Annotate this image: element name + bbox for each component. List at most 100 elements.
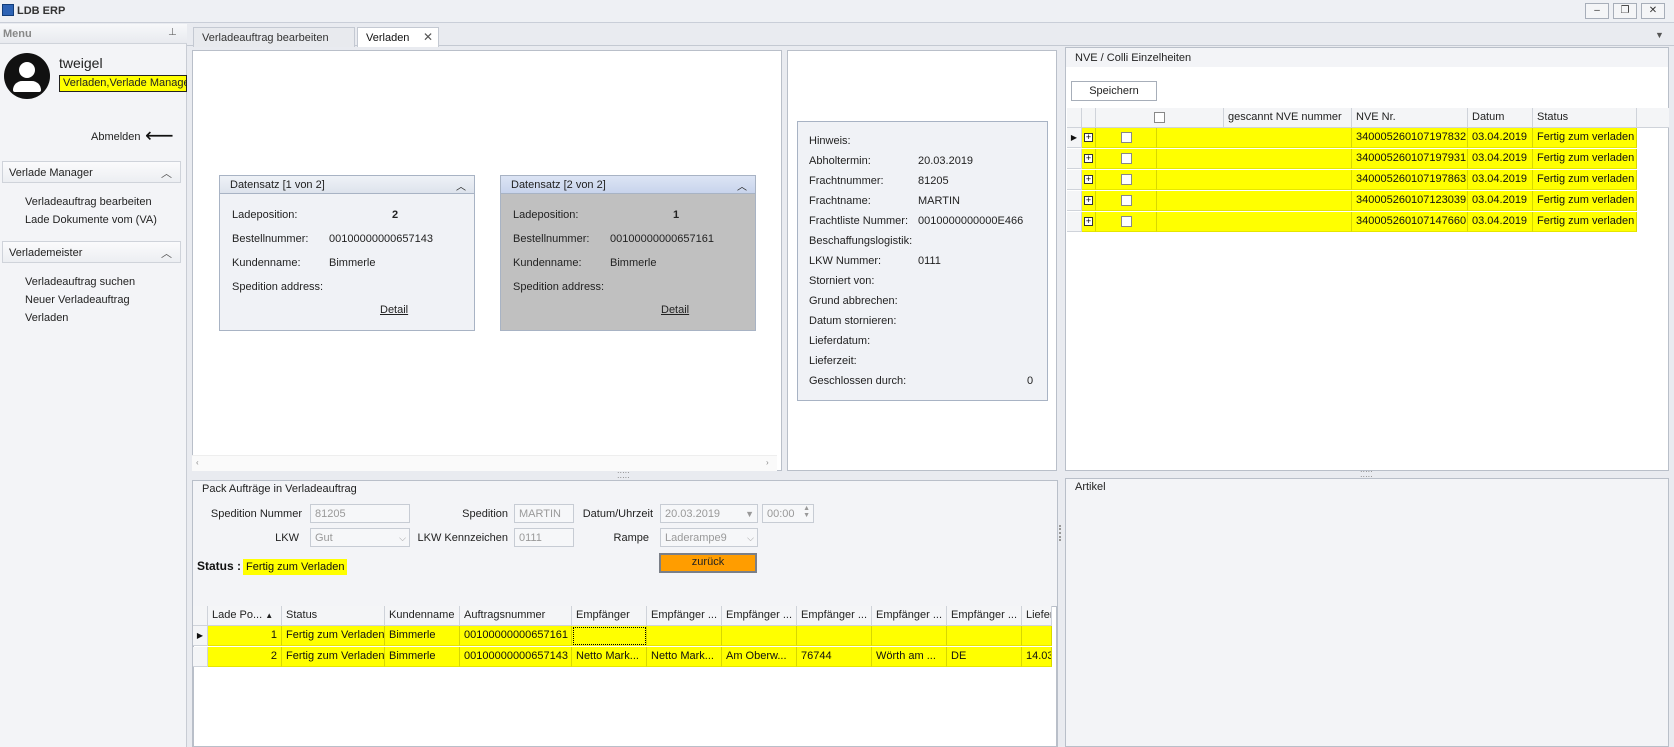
table-cell[interactable]: Bimmerle [385, 647, 460, 667]
tab-verladeauftrag-bearbeiten[interactable]: Verladeauftrag bearbeiten [193, 27, 355, 47]
chevron-down-icon[interactable]: ⌵ [747, 531, 754, 545]
sort-asc-icon[interactable]: ▲ [265, 611, 273, 620]
chevron-down-icon[interactable]: ▼ [745, 507, 754, 521]
table-cell[interactable]: 2 [208, 647, 282, 667]
col-status[interactable]: Status [1533, 108, 1637, 128]
chevron-down-icon[interactable]: ⌵ [399, 531, 406, 545]
col-header[interactable]: Kundenname [385, 606, 460, 626]
cell-gescannt[interactable] [1157, 191, 1352, 211]
uhrzeit-field[interactable]: 00:00 ▲ ▼ [762, 504, 814, 523]
lkw-kennzeichen-field[interactable]: 0111 [514, 528, 574, 547]
col-datum[interactable]: Datum [1468, 108, 1533, 128]
col-nve-nr[interactable]: NVE Nr. [1352, 108, 1468, 128]
spedition-field[interactable]: MARTIN [514, 504, 574, 523]
table-cell[interactable]: Netto Mark... [647, 647, 722, 667]
detail-link[interactable]: Detail [380, 304, 408, 316]
record-card-header[interactable]: Datensatz [2 von 2] ︿ [501, 176, 755, 194]
col-header[interactable]: Empfänger ... [797, 606, 872, 626]
vertical-splitter[interactable] [1059, 525, 1063, 541]
table-cell[interactable] [797, 626, 872, 646]
row-indicator[interactable] [1067, 149, 1082, 169]
row-indicator[interactable]: ▶ [1067, 128, 1082, 148]
table-cell[interactable]: Am Oberw... [722, 647, 797, 667]
spin-icon[interactable]: ▲ ▼ [803, 505, 810, 519]
chevron-up-icon[interactable]: ︿ [737, 178, 747, 193]
table-cell[interactable] [872, 626, 947, 646]
back-button[interactable]: zurück [659, 553, 757, 573]
table-cell[interactable]: Netto Mark... [572, 647, 647, 667]
minimize-button[interactable]: – [1585, 3, 1609, 19]
table-cell[interactable]: 1 [208, 626, 282, 646]
expand-icon[interactable]: + [1082, 191, 1096, 211]
nav-verladeauftrag-suchen[interactable]: Verladeauftrag suchen [25, 276, 135, 288]
row-checkbox[interactable] [1096, 128, 1157, 148]
record-card-header[interactable]: Datensatz [1 von 2] ︿ [220, 176, 474, 194]
col-header[interactable]: Empfänger ... [947, 606, 1022, 626]
nav-lade-dokumente[interactable]: Lade Dokumente vom (VA) [25, 214, 157, 226]
table-cell[interactable] [572, 626, 647, 646]
chevron-up-icon[interactable]: ︿ [161, 245, 172, 261]
col-header[interactable]: Lade Po... ▲ [208, 606, 282, 626]
table-cell[interactable] [947, 626, 1022, 646]
logout-link[interactable]: Abmelden [91, 131, 141, 143]
pin-icon[interactable]: ⊥ [168, 27, 177, 38]
col-header[interactable]: Auftragsnummer [460, 606, 572, 626]
spedition-nummer-field[interactable]: 81205 [310, 504, 410, 523]
close-tab-icon[interactable]: ✕ [423, 30, 433, 44]
expand-icon[interactable]: + [1082, 170, 1096, 190]
col-header[interactable]: Empfänger ... [647, 606, 722, 626]
expand-icon[interactable]: + [1082, 149, 1096, 169]
table-cell[interactable]: Fertig zum Verladen [282, 626, 385, 646]
row-checkbox[interactable] [1096, 191, 1157, 211]
horizontal-scrollbar[interactable]: ‹ › [192, 455, 777, 471]
table-cell[interactable]: 14.03 [1022, 647, 1052, 667]
tab-verladen[interactable]: Verladen ✕ [357, 27, 439, 47]
table-cell[interactable]: Fertig zum Verladen [282, 647, 385, 667]
table-cell[interactable] [647, 626, 722, 646]
tab-dropdown-icon[interactable]: ▼ [1655, 30, 1664, 40]
expand-icon[interactable]: + [1082, 128, 1096, 148]
cell-gescannt[interactable] [1157, 149, 1352, 169]
rampe-field[interactable]: Laderampe9 ⌵ [660, 528, 758, 547]
splitter-grip[interactable]: ⁚⁚⁚⁚⁚ [617, 471, 630, 480]
row-indicator[interactable]: ▶ [193, 626, 208, 646]
row-indicator[interactable] [193, 647, 208, 667]
col-header[interactable]: Empfänger [572, 606, 647, 626]
close-window-button[interactable]: ✕ [1641, 3, 1665, 19]
col-header[interactable]: Empfänger ... [872, 606, 947, 626]
row-indicator[interactable] [1067, 212, 1082, 232]
cell-gescannt[interactable] [1157, 212, 1352, 232]
group-verlademeister[interactable]: Verlademeister ︿ [2, 241, 181, 263]
table-cell[interactable]: Bimmerle [385, 626, 460, 646]
row-checkbox[interactable] [1096, 149, 1157, 169]
col-header[interactable]: Liefer [1022, 606, 1052, 626]
table-cell[interactable]: 76744 [797, 647, 872, 667]
chevron-up-icon[interactable]: ︿ [161, 165, 172, 181]
col-header[interactable]: Status [282, 606, 385, 626]
datum-field[interactable]: 20.03.2019 ▼ [660, 504, 758, 523]
nav-verladen[interactable]: Verladen [25, 312, 68, 324]
cell-gescannt[interactable] [1157, 170, 1352, 190]
arrow-left-icon[interactable]: ⟵ [145, 126, 174, 146]
table-cell[interactable] [1022, 626, 1052, 646]
save-button[interactable]: Speichern [1071, 81, 1157, 101]
nav-verladeauftrag-bearbeiten[interactable]: Verladeauftrag bearbeiten [25, 196, 152, 208]
group-verlade-manager[interactable]: Verlade Manager ︿ [2, 161, 181, 183]
detail-link[interactable]: Detail [661, 304, 689, 316]
lkw-field[interactable]: Gut ⌵ [310, 528, 410, 547]
table-cell[interactable]: Wörth am ... [872, 647, 947, 667]
nav-neuer-verladeauftrag[interactable]: Neuer Verladeauftrag [25, 294, 130, 306]
col-gescannt[interactable]: gescannt NVE nummer [1224, 108, 1352, 128]
row-checkbox[interactable] [1096, 170, 1157, 190]
expand-icon[interactable]: + [1082, 212, 1096, 232]
chevron-up-icon[interactable]: ︿ [456, 178, 466, 193]
row-checkbox[interactable] [1096, 212, 1157, 232]
select-all-checkbox[interactable] [1096, 108, 1224, 128]
restore-button[interactable]: ❐ [1613, 3, 1637, 19]
row-indicator[interactable] [1067, 191, 1082, 211]
col-header[interactable]: Empfänger ... [722, 606, 797, 626]
cell-gescannt[interactable] [1157, 128, 1352, 148]
table-cell[interactable]: DE [947, 647, 1022, 667]
table-cell[interactable]: 00100000000657161 [460, 626, 572, 646]
table-cell[interactable] [722, 626, 797, 646]
